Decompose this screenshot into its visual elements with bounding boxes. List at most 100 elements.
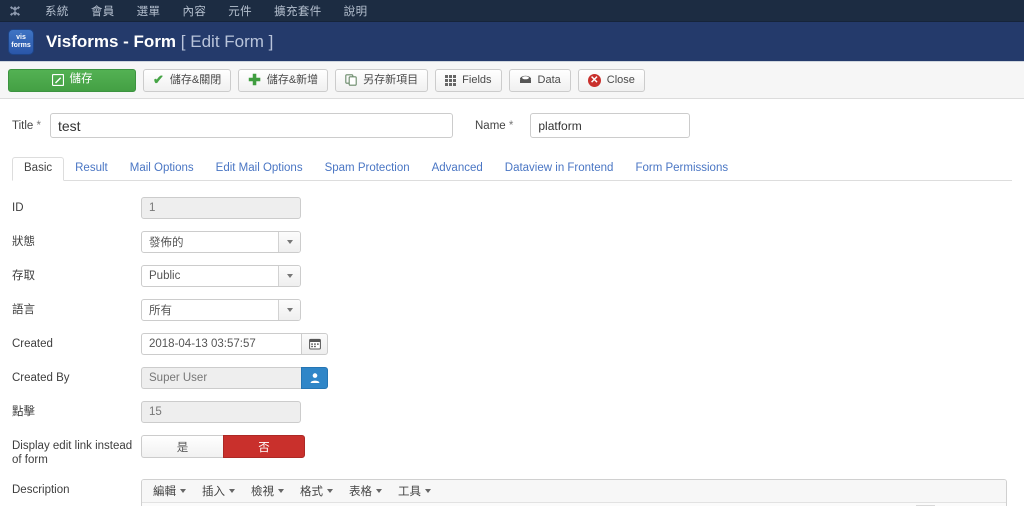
editor-menu-view-label: 檢視 <box>251 486 274 498</box>
tab-form-permissions[interactable]: Form Permissions <box>624 158 739 181</box>
display-edit-link-toggle[interactable]: 是 否 <box>141 435 305 458</box>
editor-menu-edit-label: 編輯 <box>153 486 176 498</box>
save-as-copy-button[interactable]: 另存新項目 <box>335 68 429 92</box>
tab-bar: Basic Result Mail Options Edit Mail Opti… <box>12 155 1012 181</box>
editor-menu-table[interactable]: 表格 <box>341 481 390 501</box>
status-value: 發佈的 <box>149 237 184 249</box>
name-input[interactable]: platform <box>530 113 691 138</box>
form-content: Title * test Name * platform Basic Resul… <box>0 99 1024 506</box>
name-required-mark: * <box>508 119 514 132</box>
calendar-icon[interactable] <box>301 333 328 355</box>
menu-item-content[interactable]: 內容 <box>171 0 217 22</box>
chevron-down-icon[interactable] <box>278 232 300 252</box>
save-as-copy-label: 另存新項目 <box>363 73 419 86</box>
language-value: 所有 <box>149 305 172 317</box>
menu-item-users[interactable]: 會員 <box>80 0 126 22</box>
tab-advanced[interactable]: Advanced <box>421 158 494 181</box>
name-input-value: platform <box>538 118 582 133</box>
title-required-mark: * <box>36 119 41 132</box>
field-row-id: ID 1 <box>12 197 1012 219</box>
data-label: Data <box>537 73 561 86</box>
editor-toolbar: 儲存 ✔ 儲存&關閉 ✚ 儲存&新增 另存新項目 Fields Data ✕ C… <box>0 62 1024 99</box>
user-icon[interactable] <box>301 367 328 389</box>
chevron-down-icon <box>376 489 382 493</box>
title-label: Title * <box>12 120 41 132</box>
editor-menubar: 編輯 插入 檢視 格式 表格 工具 <box>142 480 1006 503</box>
page-header: vis forms Visforms - Form [ Edit Form ] <box>0 22 1024 62</box>
tab-edit-mail-options[interactable]: Edit Mail Options <box>205 158 314 181</box>
tab-mail-options[interactable]: Mail Options <box>119 158 205 181</box>
chevron-down-icon[interactable] <box>278 266 300 286</box>
admin-topbar: 系統 會員 選單 內容 元件 擴充套件 說明 <box>0 0 1024 22</box>
language-label: 語言 <box>12 304 35 316</box>
save-and-close-button[interactable]: ✔ 儲存&關閉 <box>143 68 232 92</box>
title-label-text: Title <box>12 119 34 132</box>
field-row-description: Description 編輯 插入 檢視 格式 表格 工具 <box>12 479 1012 506</box>
editor-menu-edit[interactable]: 編輯 <box>145 481 194 501</box>
save-button[interactable]: 儲存 <box>8 68 136 92</box>
access-select[interactable]: Public <box>141 265 301 287</box>
hits-input: 15 <box>141 401 301 423</box>
status-select[interactable]: 發佈的 <box>141 231 301 253</box>
field-row-display-edit-link: Display edit link instead of form 是 否 <box>12 435 1012 467</box>
menu-item-components[interactable]: 元件 <box>217 0 263 22</box>
name-label-text: Name <box>475 119 506 132</box>
page-title: Visforms - Form [ Edit Form ] <box>46 32 273 52</box>
title-name-row: Title * test Name * platform <box>12 113 1012 138</box>
menu-item-extensions[interactable]: 擴充套件 <box>263 0 333 22</box>
chevron-down-icon[interactable] <box>278 300 300 320</box>
plus-icon: ✚ <box>248 71 261 89</box>
editor-menu-format[interactable]: 格式 <box>292 481 341 501</box>
field-row-created: Created 2018-04-13 03:57:57 <box>12 333 1012 355</box>
created-by-label: Created By <box>12 372 70 384</box>
menu-item-help[interactable]: 說明 <box>333 0 379 22</box>
chevron-down-icon <box>278 489 284 493</box>
save-and-close-label: 儲存&關閉 <box>169 73 222 86</box>
fields-label: Fields <box>462 73 492 86</box>
tab-basic[interactable]: Basic <box>12 156 65 181</box>
hits-value: 15 <box>149 406 162 418</box>
name-label: Name * <box>475 120 513 132</box>
close-button[interactable]: ✕ Close <box>577 68 645 92</box>
hits-label: 點擊 <box>12 406 35 418</box>
field-row-access: 存取 Public <box>12 265 1012 287</box>
field-row-status: 狀態 發佈的 <box>12 231 1012 253</box>
created-input[interactable]: 2018-04-13 03:57:57 <box>141 333 301 355</box>
save-and-new-button[interactable]: ✚ 儲存&新增 <box>238 68 329 92</box>
tab-result[interactable]: Result <box>64 158 119 181</box>
editor-menu-tools-label: 工具 <box>398 486 421 498</box>
menu-item-system[interactable]: 系統 <box>34 0 80 22</box>
tab-dataview-in-frontend[interactable]: Dataview in Frontend <box>494 158 625 181</box>
status-label: 狀態 <box>12 236 35 248</box>
fields-button[interactable]: Fields <box>435 68 502 92</box>
grid-icon <box>445 74 457 86</box>
language-select[interactable]: 所有 <box>141 299 301 321</box>
created-by-input: Super User <box>141 367 301 389</box>
editor-menu-table-label: 表格 <box>349 486 372 498</box>
editor-menu-view[interactable]: 檢視 <box>243 481 292 501</box>
rich-text-editor[interactable]: 編輯 插入 檢視 格式 表格 工具 <box>141 479 1007 506</box>
editor-menu-insert[interactable]: 插入 <box>194 481 243 501</box>
page-title-sub: [ Edit Form ] <box>180 31 274 51</box>
menu-item-menus[interactable]: 選單 <box>126 0 172 22</box>
toggle-option-no[interactable]: 否 <box>223 435 305 458</box>
display-edit-link-label: Display edit link instead of form <box>12 440 133 466</box>
joomla-logo-icon[interactable] <box>6 2 24 20</box>
created-value: 2018-04-13 03:57:57 <box>149 338 256 350</box>
tab-spam-protection[interactable]: Spam Protection <box>314 158 421 181</box>
data-button[interactable]: Data <box>508 68 571 92</box>
editor-menu-tools[interactable]: 工具 <box>390 481 439 501</box>
page-title-main: Visforms - Form <box>46 31 177 51</box>
close-label: Close <box>606 73 635 86</box>
editor-menu-insert-label: 插入 <box>202 486 225 498</box>
save-pencil-icon <box>51 74 64 86</box>
save-button-label: 儲存 <box>69 73 93 86</box>
toggle-option-yes[interactable]: 是 <box>141 435 223 458</box>
created-label: Created <box>12 338 53 350</box>
admin-menu: 系統 會員 選單 內容 元件 擴充套件 說明 <box>34 0 378 22</box>
access-value: Public <box>149 270 181 282</box>
chevron-down-icon <box>229 489 235 493</box>
title-input[interactable]: test <box>50 113 453 138</box>
visforms-icon-line1: vis <box>16 33 26 41</box>
close-icon: ✕ <box>587 73 601 87</box>
